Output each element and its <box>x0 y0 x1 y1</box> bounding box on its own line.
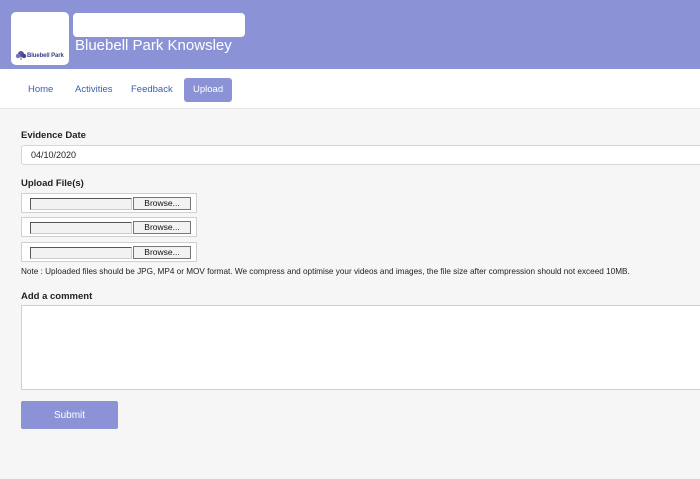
comment-textarea[interactable] <box>21 305 700 390</box>
evidence-date-label: Evidence Date <box>21 130 86 141</box>
nav-home[interactable]: Home <box>28 78 53 102</box>
nav-upload[interactable]: Upload <box>184 78 233 102</box>
file-input-1: Browse... <box>21 193 197 213</box>
nav-feedback[interactable]: Feedback <box>131 78 173 102</box>
nav-bar: Home Activities Feedback Upload <box>0 69 700 109</box>
file-path-field[interactable] <box>30 247 132 259</box>
browse-button[interactable]: Browse... <box>133 246 191 259</box>
file-path-field[interactable] <box>30 222 132 234</box>
comment-label: Add a comment <box>21 291 93 302</box>
nav-activities[interactable]: Activities <box>75 78 112 102</box>
user-name-box <box>73 13 245 37</box>
logo-text: Bluebell Park <box>27 53 64 59</box>
app-header: Bluebell Park Bluebell Park Knowsley <box>0 0 700 69</box>
browse-button[interactable]: Browse... <box>133 221 191 234</box>
school-logo: Bluebell Park <box>11 12 69 65</box>
evidence-date-input[interactable] <box>21 145 700 165</box>
upload-files-label: Upload File(s) <box>21 178 84 189</box>
browse-button[interactable]: Browse... <box>133 197 191 210</box>
file-input-2: Browse... <box>21 217 197 237</box>
upload-note: Note : Uploaded files should be JPG, MP4… <box>21 267 630 276</box>
site-title: Bluebell Park Knowsley <box>75 37 232 54</box>
file-path-field[interactable] <box>30 198 132 210</box>
bluebell-flower-icon <box>15 51 27 60</box>
submit-button[interactable]: Submit <box>21 401 118 429</box>
file-input-3: Browse... <box>21 242 197 262</box>
